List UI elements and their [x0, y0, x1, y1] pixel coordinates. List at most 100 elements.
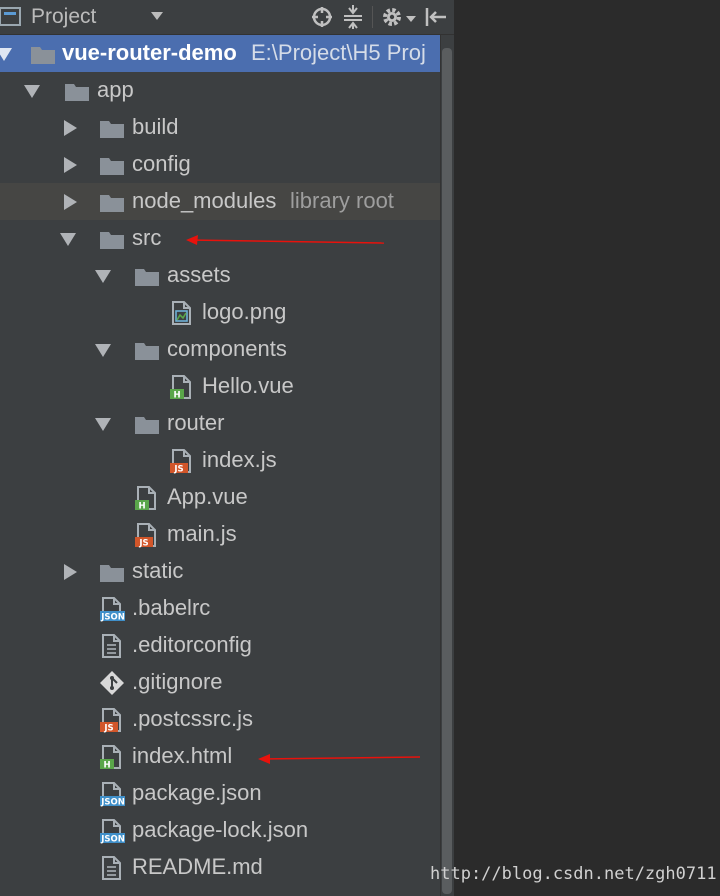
scrollbar-thumb[interactable] [442, 48, 452, 894]
tree-item-label: static [132, 558, 184, 583]
svg-text:JSON: JSON [100, 798, 125, 808]
hide-panel-icon[interactable] [424, 5, 448, 29]
tree-item-label: logo.png [202, 299, 287, 324]
tree-item-label: app [97, 77, 134, 102]
watermark: http://blog.csdn.net/zgh0711 [430, 864, 717, 884]
tree-item-readme-md[interactable]: README.md [0, 849, 454, 886]
tree-item-label: .editorconfig [132, 632, 252, 657]
svg-text:JS: JS [138, 539, 148, 549]
tree-item-label: build [132, 114, 179, 139]
tree-item-label: .gitignore [132, 669, 223, 694]
tree-item-gitignore[interactable]: .gitignore [0, 664, 454, 701]
json-file-icon: JSON [100, 597, 125, 623]
expand-arrow-icon[interactable] [95, 344, 111, 357]
js-file-icon: JS [170, 449, 191, 475]
svg-text:JSON: JSON [100, 835, 125, 845]
project-panel-header: Project [0, 0, 454, 35]
tree-item-components[interactable]: components [0, 331, 454, 368]
tree-item-vue-router-demo[interactable]: vue-router-demo E:\Project\H5 Proj [0, 35, 454, 72]
tree-item-label: App.vue [167, 484, 248, 509]
toolbar-separator [372, 6, 373, 28]
js-file-icon: JS [135, 523, 156, 549]
locate-icon[interactable] [310, 5, 334, 29]
expand-arrow-icon[interactable] [24, 85, 40, 98]
tree-item-editorconfig[interactable]: .editorconfig [0, 627, 454, 664]
tree-item-label: src [132, 225, 162, 250]
editor-area [454, 0, 720, 896]
js-file-icon: JS [100, 708, 121, 734]
text-file-icon [102, 634, 121, 658]
tree-item-label: vue-router-demo [62, 40, 237, 65]
tree-item-package-lock-json[interactable]: JSON package-lock.json [0, 812, 454, 849]
tree-item-label: index.js [202, 447, 277, 472]
project-panel: Project vue-router-demo E:\Project\H5 Pr… [0, 0, 454, 896]
collapse-arrow-icon[interactable] [64, 194, 77, 210]
tree-item-suffix: E:\Project\H5 Proj [251, 40, 426, 65]
tree-item-label: Hello.vue [202, 373, 294, 398]
tree-item-router[interactable]: router [0, 405, 454, 442]
folder-icon [100, 232, 124, 249]
tree-item-index-html[interactable]: Hindex.html [0, 738, 454, 775]
view-dropdown-icon[interactable] [151, 12, 163, 20]
tree-item-label: .postcssrc.js [132, 706, 254, 731]
folder-icon [135, 417, 159, 434]
folder-icon [135, 343, 159, 360]
html-file-icon: H [135, 486, 156, 512]
tree-item-static[interactable]: static [0, 553, 454, 590]
folder-icon [100, 195, 124, 212]
image-file-icon [172, 301, 191, 325]
panel-title[interactable]: Project [31, 3, 96, 31]
svg-text:H: H [138, 502, 145, 512]
collapse-all-icon[interactable] [341, 5, 365, 29]
tree-item-index-js[interactable]: JS index.js [0, 442, 454, 479]
tree-item-config[interactable]: config [0, 146, 454, 183]
tree-item-assets[interactable]: assets [0, 257, 454, 294]
json-file-icon: JSON [100, 819, 125, 845]
folder-icon [100, 565, 124, 582]
html-file-icon: H [170, 375, 191, 401]
tree-item-label: package-lock.json [132, 817, 309, 842]
svg-text:JS: JS [173, 465, 183, 475]
folder-icon [135, 269, 159, 286]
tree-item-babelrc[interactable]: JSON .babelrc [0, 590, 454, 627]
expand-arrow-icon[interactable] [95, 418, 111, 431]
folder-icon [100, 121, 124, 138]
gear-dropdown-icon[interactable] [406, 16, 416, 22]
tree-item-label: components [167, 336, 287, 361]
svg-text:JS: JS [103, 724, 113, 734]
tree-item-label: package.json [132, 780, 262, 805]
gear-icon[interactable] [380, 5, 404, 29]
tree-item-package-json[interactable]: JSON package.json [0, 775, 454, 812]
tree-item-app[interactable]: app [0, 72, 454, 109]
folder-icon [31, 47, 55, 64]
svg-text:JSON: JSON [100, 613, 125, 623]
folder-icon [100, 158, 124, 175]
expand-arrow-icon[interactable] [95, 270, 111, 283]
tree-item-suffix: library root [290, 188, 394, 213]
project-icon [0, 7, 21, 26]
tree-item-logo-png[interactable]: logo.png [0, 294, 454, 331]
tree-item-postcssrc-js[interactable]: JS .postcssrc.js [0, 701, 454, 738]
tree-item-node-modules[interactable]: node_modules library root [0, 183, 454, 220]
svg-text:H: H [173, 391, 180, 401]
expand-arrow-icon[interactable] [60, 233, 76, 246]
collapse-arrow-icon[interactable] [64, 120, 77, 136]
tree-item-app-vue[interactable]: H App.vue [0, 479, 454, 516]
git-file-icon [100, 671, 124, 695]
tree-item-label: README.md [132, 854, 263, 879]
tree-item-label: .babelrc [132, 595, 211, 620]
tree-item-label: router [167, 410, 225, 435]
collapse-arrow-icon[interactable] [64, 564, 77, 580]
tree-item-src[interactable]: src [0, 220, 454, 257]
html-file-icon: H [100, 745, 121, 771]
json-file-icon: JSON [100, 782, 125, 808]
tree-item-hello-vue[interactable]: H Hello.vue [0, 368, 454, 405]
tree-item-label: assets [167, 262, 231, 287]
collapse-arrow-icon[interactable] [64, 157, 77, 173]
folder-icon [65, 84, 89, 101]
tree-item-main-js[interactable]: JS main.js [0, 516, 454, 553]
tree-item-build[interactable]: build [0, 109, 454, 146]
tree-item-label: config [132, 151, 191, 176]
expand-arrow-icon[interactable] [0, 48, 12, 61]
svg-text:H: H [103, 761, 110, 771]
